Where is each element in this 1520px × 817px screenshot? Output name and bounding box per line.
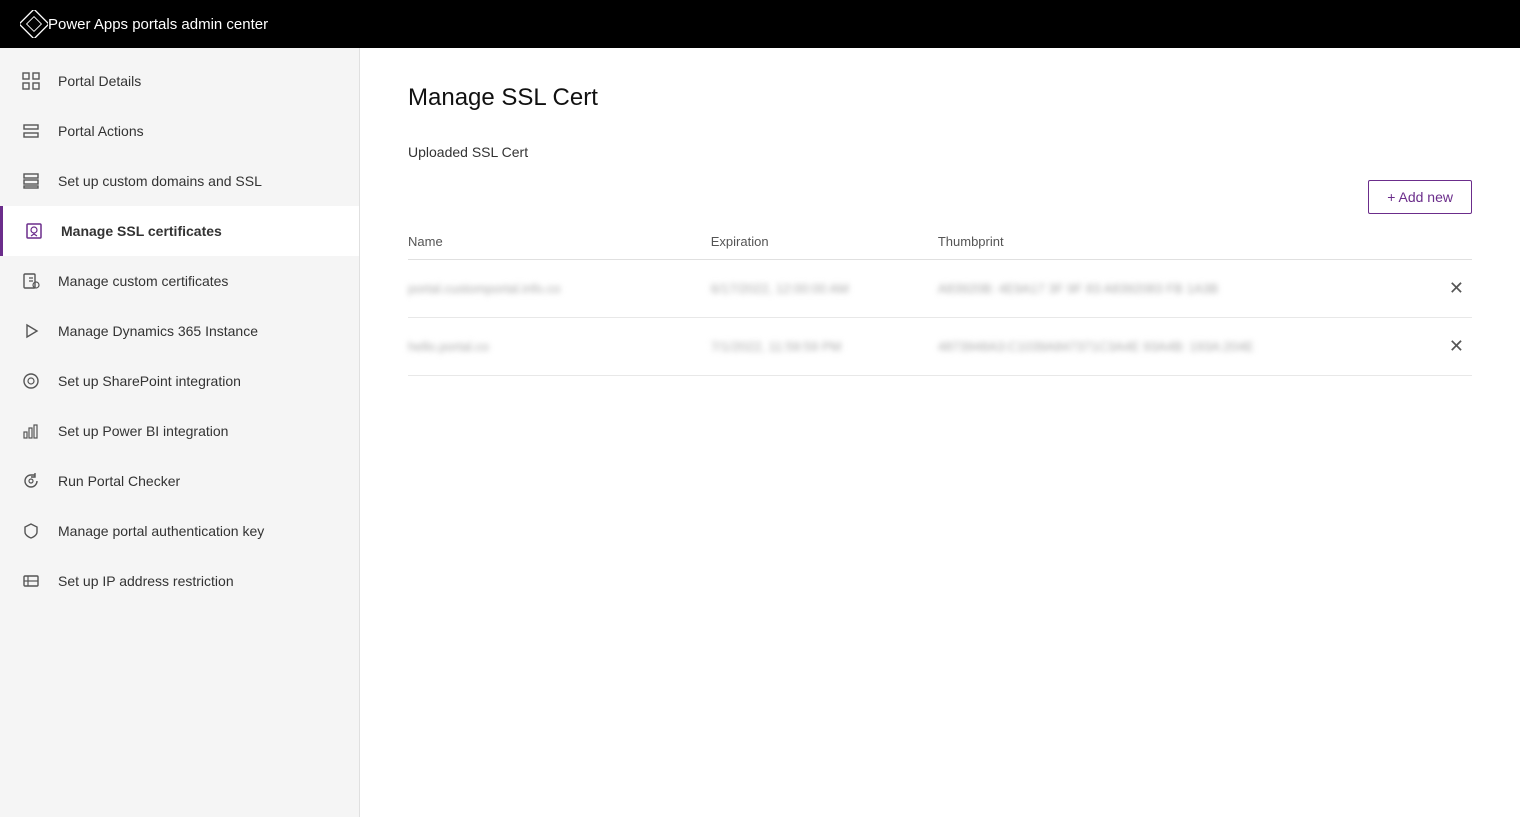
sidebar-item-portal-actions[interactable]: Portal Actions (0, 106, 359, 156)
main-content: Manage SSL Cert Uploaded SSL Cert + Add … (360, 48, 1520, 817)
sidebar-label-manage-ssl-certs: Manage SSL certificates (61, 222, 222, 240)
col-header-expiration: Expiration (711, 234, 938, 249)
table-actions-row: + Add new (408, 180, 1472, 214)
row-2-name: hello.portal.co (408, 339, 711, 354)
col-header-name: Name (408, 234, 711, 249)
sidebar-item-portal-details[interactable]: Portal Details (0, 56, 359, 106)
sidebar-label-manage-custom-certs: Manage custom certificates (58, 272, 228, 290)
shield-icon (20, 520, 42, 542)
layers-icon (20, 120, 42, 142)
sidebar: Portal Details Portal Actions Set up cus… (0, 48, 360, 817)
row-2-action: ✕ (1392, 332, 1472, 361)
sharepoint-icon (20, 370, 42, 392)
sidebar-label-ip-restriction: Set up IP address restriction (58, 572, 234, 590)
sidebar-item-ip-restriction[interactable]: Set up IP address restriction (0, 556, 359, 606)
sidebar-label-portal-details: Portal Details (58, 72, 141, 90)
play-icon (20, 320, 42, 342)
row-1-delete-button[interactable]: ✕ (1441, 274, 1472, 303)
sidebar-item-sharepoint[interactable]: Set up SharePoint integration (0, 356, 359, 406)
row-2-thumbprint: 4873948A3:C1039A847371C3A4E 93A4B: 193A:… (938, 339, 1392, 354)
app-title: Power Apps portals admin center (48, 16, 268, 33)
table-header: Name Expiration Thumbprint (408, 224, 1472, 260)
bar-chart-icon (20, 420, 42, 442)
section-title: Uploaded SSL Cert (408, 144, 1472, 160)
col-header-thumbprint: Thumbprint (938, 234, 1392, 249)
power-apps-logo-icon (20, 10, 48, 38)
refresh-icon (20, 470, 42, 492)
table-row: portal.customportal.info.co 6/17/2022, 1… (408, 260, 1472, 318)
add-new-button[interactable]: + Add new (1368, 180, 1472, 214)
cert-icon (23, 220, 45, 242)
sidebar-label-auth-key: Manage portal authentication key (58, 522, 264, 540)
grid-icon (20, 70, 42, 92)
sidebar-item-manage-dynamics[interactable]: Manage Dynamics 365 Instance (0, 306, 359, 356)
sidebar-item-manage-ssl-certs[interactable]: Manage SSL certificates (0, 206, 359, 256)
row-2-expiration: 7/1/2022, 11:59:59 PM (711, 339, 938, 354)
row-1-thumbprint: A83920B: 4E9A17 3F 9F 83 A8392083 FB 1A3… (938, 281, 1392, 296)
sidebar-item-auth-key[interactable]: Manage portal authentication key (0, 506, 359, 556)
sidebar-item-custom-domains[interactable]: Set up custom domains and SSL (0, 156, 359, 206)
sidebar-item-portal-checker[interactable]: Run Portal Checker (0, 456, 359, 506)
sidebar-label-power-bi: Set up Power BI integration (58, 422, 228, 440)
sidebar-label-custom-domains: Set up custom domains and SSL (58, 172, 262, 190)
page-title: Manage SSL Cert (408, 84, 1472, 112)
sidebar-label-portal-checker: Run Portal Checker (58, 472, 180, 490)
sidebar-label-sharepoint: Set up SharePoint integration (58, 372, 241, 390)
main-layout: Portal Details Portal Actions Set up cus… (0, 48, 1520, 817)
topbar: Power Apps portals admin center (0, 0, 1520, 48)
row-1-expiration: 6/17/2022, 12:00:00 AM (711, 281, 938, 296)
row-1-action: ✕ (1392, 274, 1472, 303)
sidebar-item-manage-custom-certs[interactable]: Manage custom certificates (0, 256, 359, 306)
custom-cert-icon (20, 270, 42, 292)
row-2-delete-button[interactable]: ✕ (1441, 332, 1472, 361)
ip-icon (20, 570, 42, 592)
row-1-name: portal.customportal.info.co (408, 281, 711, 296)
sidebar-item-power-bi[interactable]: Set up Power BI integration (0, 406, 359, 456)
sidebar-label-portal-actions: Portal Actions (58, 122, 144, 140)
stack-icon (20, 170, 42, 192)
sidebar-label-manage-dynamics: Manage Dynamics 365 Instance (58, 322, 258, 340)
table-row: hello.portal.co 7/1/2022, 11:59:59 PM 48… (408, 318, 1472, 376)
